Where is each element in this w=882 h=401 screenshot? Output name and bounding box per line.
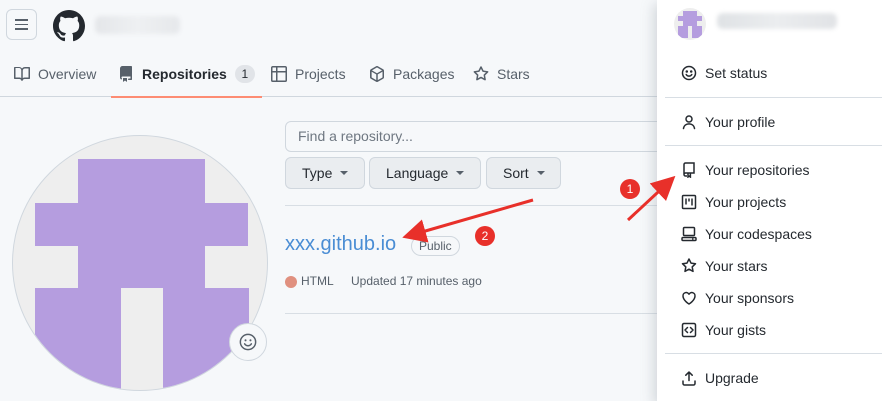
star-icon: [681, 258, 697, 273]
smiley-icon: [681, 65, 697, 81]
language-color-dot: [285, 276, 297, 288]
visibility-badge: Public: [411, 236, 460, 256]
repo-search-input[interactable]: Find a repository...: [285, 121, 685, 152]
tab-stars[interactable]: Stars: [473, 50, 530, 97]
heart-icon: [682, 291, 696, 305]
tab-label: Overview: [38, 65, 97, 82]
repo-name-link[interactable]: xxx.github.io: [285, 233, 396, 256]
smiley-icon: [239, 333, 257, 351]
menu-divider: [665, 97, 882, 98]
book-open-icon: [14, 66, 30, 81]
menu-item-label: Your profile: [705, 114, 776, 130]
menu-item-label: Your stars: [705, 258, 768, 274]
repo-language: HTML: [301, 274, 334, 288]
menu-item-label: Your repositories: [705, 162, 810, 178]
github-logo-icon[interactable]: [53, 10, 85, 42]
identicon-image: [35, 159, 249, 390]
menu-item-label: Your sponsors: [705, 290, 794, 306]
hamburger-line: [15, 19, 28, 21]
user-dropdown-menu: Set status Your profile Your repositorie…: [657, 0, 882, 401]
filter-label: Sort: [503, 165, 529, 181]
package-icon: [370, 65, 384, 82]
person-icon: [682, 115, 696, 130]
menu-item-sponsors[interactable]: Your sponsors: [681, 288, 794, 308]
repo-count-badge: 1: [234, 64, 255, 83]
list-divider: [285, 313, 657, 314]
menu-item-label: Your codespaces: [705, 226, 812, 242]
caret-down-icon: [456, 171, 465, 175]
repo-icon: [119, 65, 132, 82]
sort-filter-button[interactable]: Sort: [486, 157, 561, 189]
tab-label: Packages: [393, 65, 455, 82]
menu-avatar: [674, 8, 706, 40]
set-status-emoji-button[interactable]: [229, 323, 267, 361]
tab-repositories[interactable]: Repositories 1: [111, 50, 262, 98]
menu-item-label: Upgrade: [705, 370, 759, 386]
menu-divider: [665, 353, 882, 354]
menu-item-gists[interactable]: Your gists: [681, 320, 766, 340]
blurred-username: [95, 16, 180, 34]
tab-packages[interactable]: Packages: [369, 50, 454, 97]
menu-item-repositories[interactable]: Your repositories: [681, 160, 810, 180]
menu-item-profile[interactable]: Your profile: [681, 112, 775, 132]
tab-projects[interactable]: Projects: [271, 50, 346, 97]
repo-icon: [683, 162, 695, 178]
repo-updated-time: Updated 17 minutes ago: [351, 274, 482, 288]
project-icon: [681, 194, 697, 210]
blurred-username: [717, 13, 837, 29]
tab-label: Projects: [295, 65, 346, 82]
code-square-icon: [681, 322, 697, 338]
menu-divider: [665, 145, 882, 146]
filter-label: Type: [302, 165, 333, 181]
filter-label: Language: [386, 165, 449, 181]
menu-item-label: Your gists: [705, 322, 766, 338]
menu-item-codespaces[interactable]: Your codespaces: [681, 224, 812, 244]
menu-toggle-button[interactable]: [6, 9, 37, 40]
tab-label: Repositories: [142, 65, 227, 82]
profile-avatar[interactable]: [12, 135, 268, 391]
menu-item-set-status[interactable]: Set status: [681, 63, 767, 83]
star-icon: [473, 65, 489, 80]
hamburger-line: [15, 28, 28, 30]
annotation-marker-2: 2: [475, 226, 495, 246]
menu-item-projects[interactable]: Your projects: [681, 192, 786, 212]
table-icon: [271, 65, 287, 82]
tab-label: Stars: [497, 65, 530, 82]
list-divider: [285, 205, 657, 206]
tab-overview[interactable]: Overview: [14, 50, 96, 97]
codespaces-icon: [681, 226, 697, 242]
menu-item-stars[interactable]: Your stars: [681, 256, 768, 276]
language-filter-button[interactable]: Language: [369, 157, 481, 189]
menu-item-upgrade[interactable]: Upgrade: [681, 368, 759, 388]
upload-icon: [682, 371, 696, 386]
menu-item-label: Set status: [705, 65, 768, 81]
caret-down-icon: [340, 171, 349, 175]
type-filter-button[interactable]: Type: [285, 157, 365, 189]
identicon-image: [678, 11, 702, 38]
caret-down-icon: [536, 171, 545, 175]
hamburger-line: [15, 23, 28, 26]
annotation-marker-1: 1: [620, 179, 640, 199]
menu-item-label: Your projects: [705, 194, 787, 210]
